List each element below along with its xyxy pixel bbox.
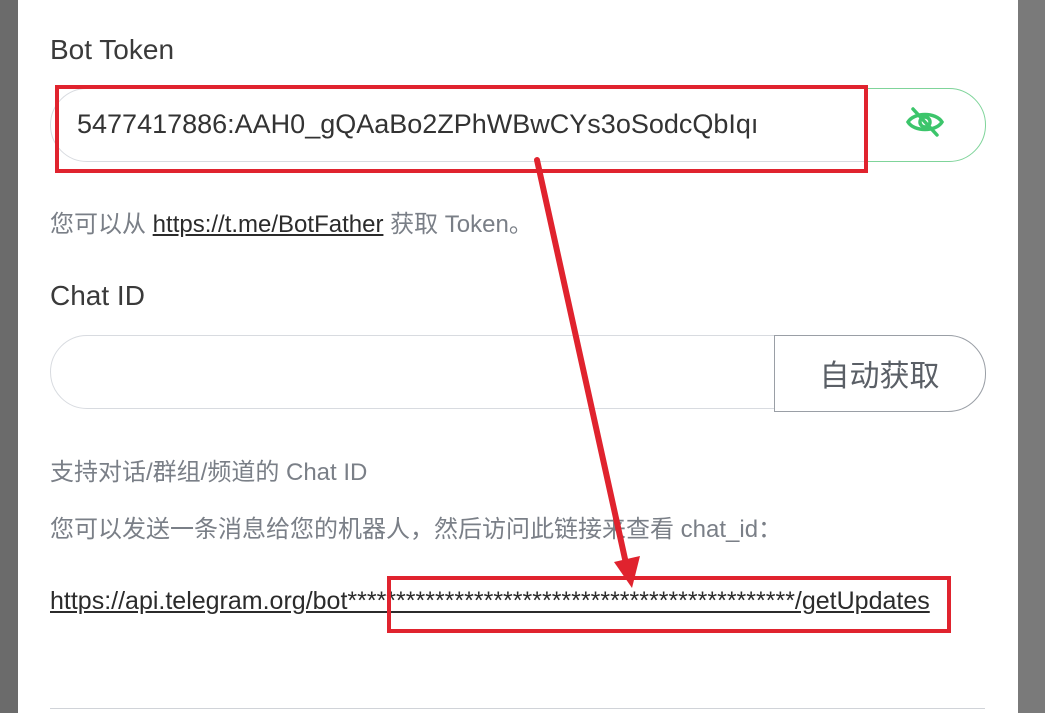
- bot-token-label: Bot Token: [50, 34, 175, 65]
- bot-token-help: 您可以从 https://t.me/BotFather 获取 Token。: [50, 204, 533, 239]
- toggle-visibility-button[interactable]: [863, 87, 986, 162]
- auto-fetch-button[interactable]: 自动获取: [773, 334, 986, 412]
- chat-id-field: 自动获取: [50, 334, 986, 412]
- url-token-highlight-box: [387, 576, 951, 633]
- bot-token-help-suffix: 获取 Token。: [383, 211, 533, 238]
- chat-id-help-line1: 支持对话/群组/频道的 Chat ID: [50, 459, 368, 486]
- backdrop-left: [0, 0, 20, 713]
- divider: [50, 708, 985, 709]
- backdrop-right: [1018, 0, 1045, 713]
- chat-id-help-line2: 您可以发送一条消息给您的机器人，然后访问此链接来查看 chat_id：: [50, 516, 783, 543]
- botfather-link[interactable]: https://t.me/BotFather: [153, 211, 384, 238]
- chat-id-label: Chat ID: [50, 280, 145, 311]
- bot-token-help-prefix: 您可以从: [50, 211, 153, 238]
- eye-slash-icon: [905, 106, 945, 143]
- token-highlight-box: [55, 85, 868, 173]
- chat-id-input[interactable]: [77, 336, 857, 407]
